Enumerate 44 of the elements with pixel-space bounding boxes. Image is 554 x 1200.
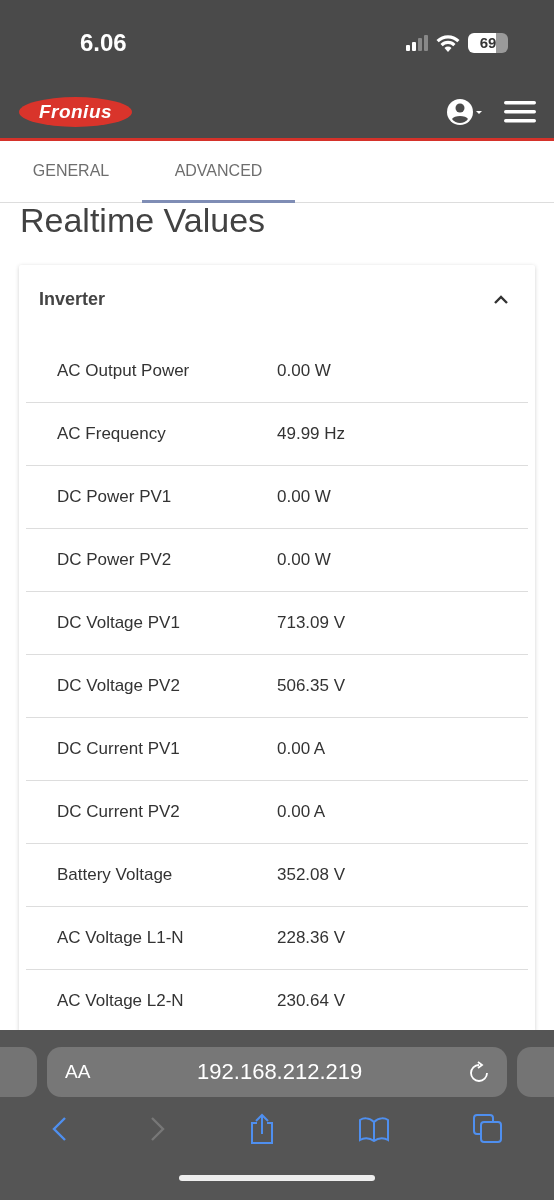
value-reading: 352.08 V <box>277 865 346 885</box>
tab[interactable]: ADVANCED <box>142 141 295 203</box>
value-reading: 0.00 W <box>277 550 331 570</box>
back-icon[interactable] <box>51 1116 68 1142</box>
reload-icon[interactable] <box>469 1061 489 1083</box>
value-label: AC Output Power <box>57 361 191 381</box>
value-label: AC Voltage L1-N <box>57 928 185 948</box>
battery-indicator: 69 <box>468 32 508 53</box>
tab-preview[interactable] <box>0 1047 37 1097</box>
value-label: DC Voltage PV1 <box>57 613 181 633</box>
value-reading: 713.09 V <box>277 613 346 633</box>
signal-icon <box>406 34 428 51</box>
menu-icon[interactable] <box>504 99 536 124</box>
card-title: Inverter <box>39 288 107 310</box>
value-reading: 0.00 A <box>277 802 326 822</box>
tabs-icon[interactable] <box>472 1114 503 1144</box>
address-bar[interactable]: AA 192.168.212.219 <box>47 1047 507 1097</box>
tab-preview[interactable] <box>517 1047 554 1097</box>
account-button[interactable] <box>446 97 484 126</box>
value-label: DC Voltage PV2 <box>57 676 181 696</box>
value-label: DC Power PV1 <box>57 487 173 507</box>
value-reading: 228.36 V <box>277 928 346 948</box>
value-reading: 0.00 W <box>277 361 331 381</box>
value-label: AC Frequency <box>57 424 167 444</box>
text-size-button[interactable]: AA <box>65 1061 91 1083</box>
url-text: 192.168.212.219 <box>196 1059 364 1085</box>
value-label: DC Current PV2 <box>57 802 181 822</box>
bookmarks-icon[interactable] <box>357 1116 390 1142</box>
tab[interactable]: GENERAL <box>0 141 142 203</box>
value-label: DC Current PV1 <box>57 739 181 759</box>
status-time: 6.06 <box>80 28 128 57</box>
value-label: AC Voltage L2-N <box>57 991 185 1011</box>
value-reading: 230.64 V <box>277 991 346 1011</box>
value-reading: 49.99 Hz <box>277 424 346 444</box>
value-reading: 506.35 V <box>277 676 346 696</box>
share-icon[interactable] <box>249 1113 275 1145</box>
wifi-icon <box>436 33 460 52</box>
value-reading: 0.00 W <box>277 487 331 507</box>
fronius-logo: Fronius <box>19 96 132 127</box>
chevron-up-icon[interactable] <box>493 294 509 304</box>
page-title: Realtime Values <box>19 203 267 241</box>
value-label: Battery Voltage <box>57 865 174 885</box>
value-label: DC Power PV2 <box>57 550 173 570</box>
value-reading: 0.00 A <box>277 739 326 759</box>
